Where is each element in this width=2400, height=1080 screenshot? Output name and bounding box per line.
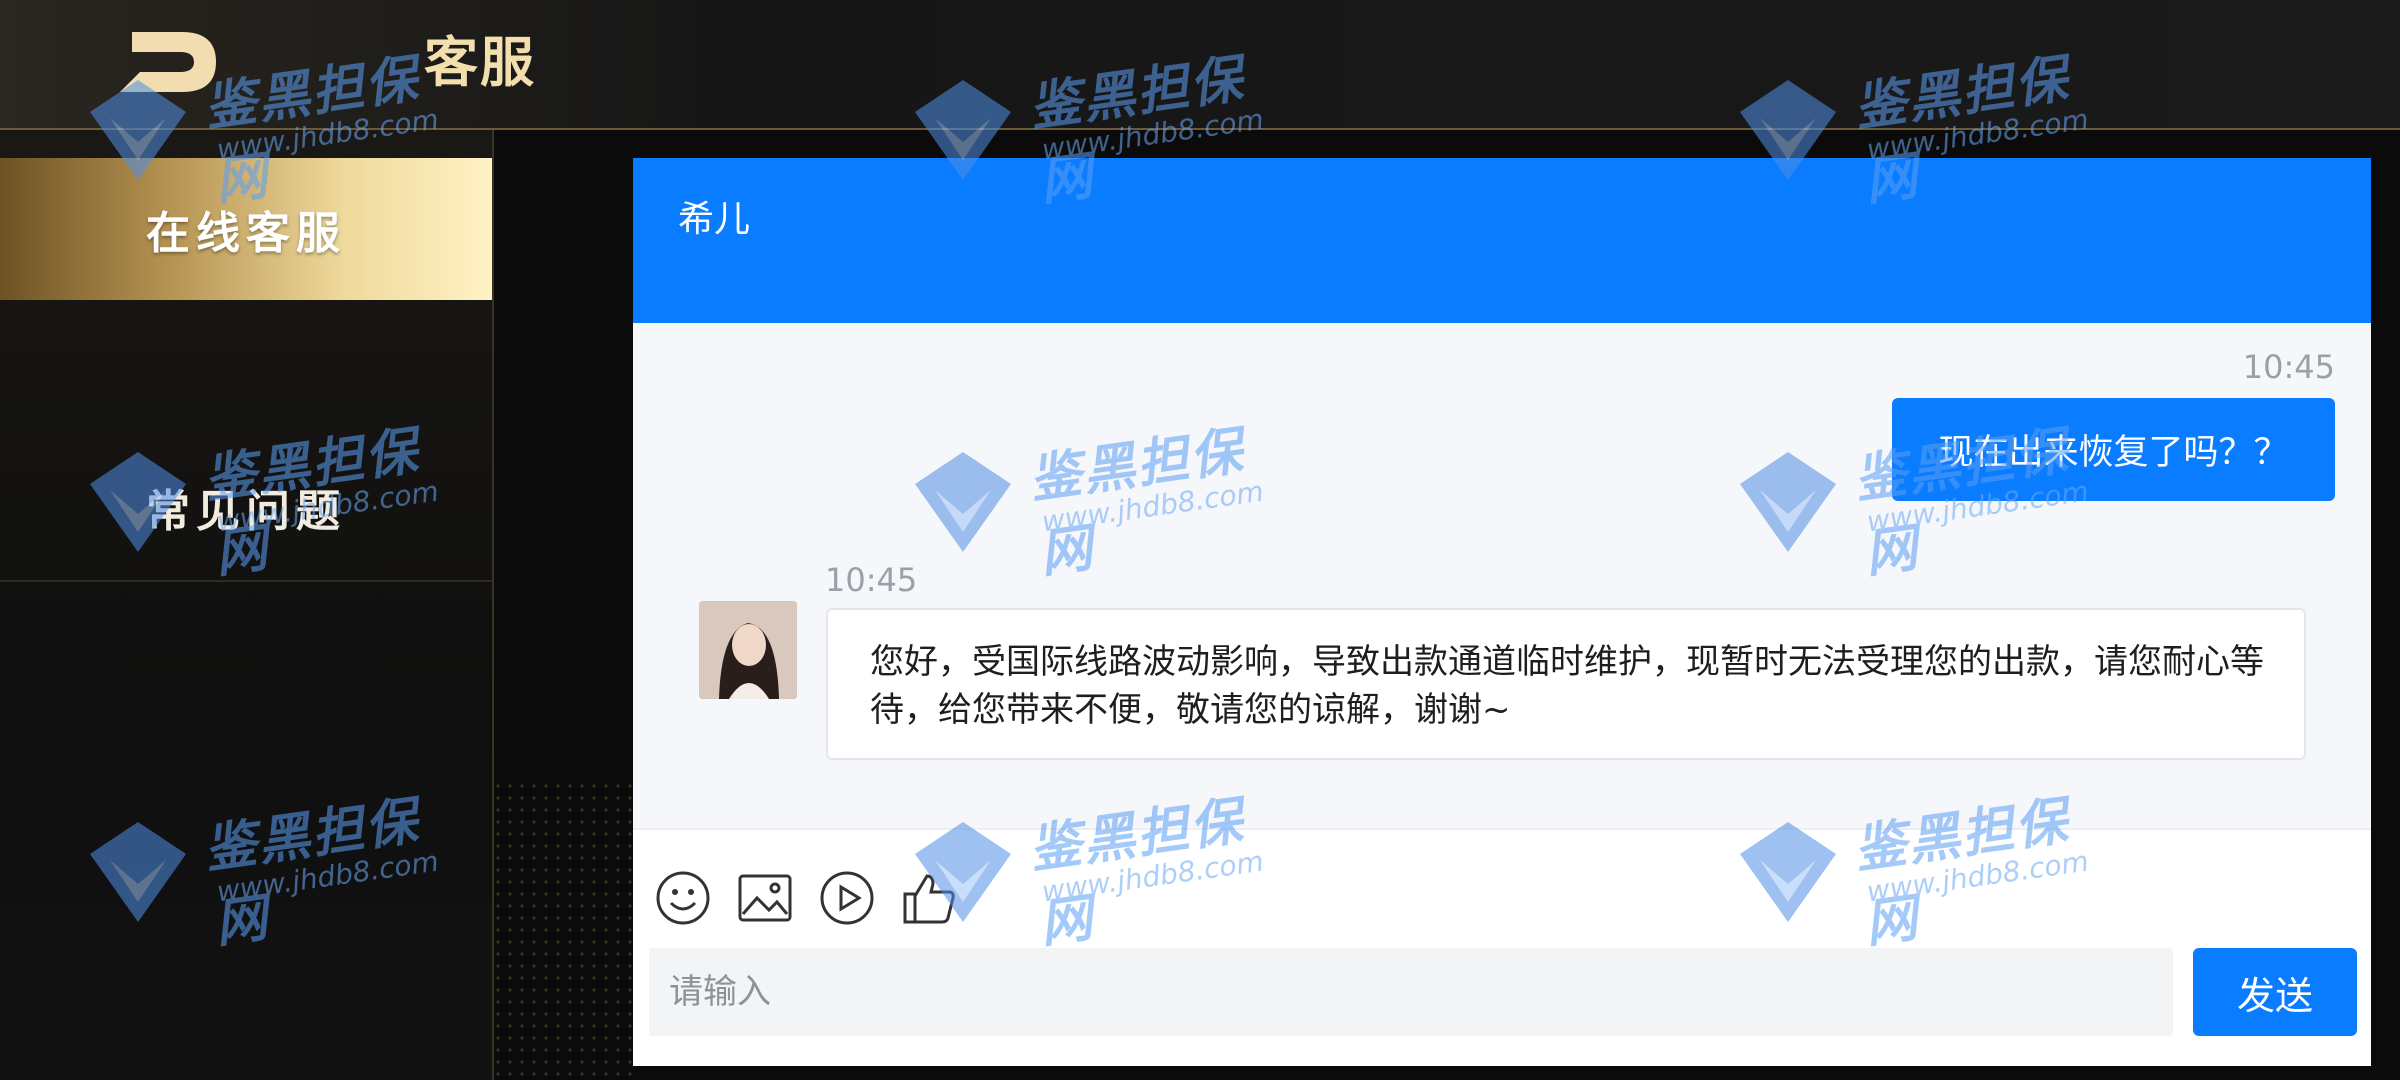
top-bar: 客服	[0, 0, 2400, 130]
back-logo-icon[interactable]	[112, 26, 222, 98]
message-timestamp: 10:45	[2242, 348, 2335, 386]
page-title: 客服	[424, 31, 536, 94]
message-timestamp: 10:45	[825, 561, 918, 599]
image-icon[interactable]	[737, 870, 793, 926]
sidebar: 在线客服 常见问题	[0, 130, 494, 1080]
incoming-message: 您好，受国际线路波动影响，导致出款通道临时维护，现暂时无法受理您的出款，请您耐心…	[826, 608, 2306, 760]
message-input[interactable]	[649, 948, 2173, 1036]
agent-avatar	[699, 601, 797, 699]
sidebar-divider	[0, 580, 492, 582]
sidebar-item-faq[interactable]: 常见问题	[0, 436, 492, 578]
emoji-icon[interactable]	[655, 870, 711, 926]
agent-name: 希儿	[678, 199, 751, 240]
thumbs-up-icon[interactable]	[901, 870, 957, 926]
decorative-sparkles	[492, 780, 632, 1080]
chat-header: 希儿	[633, 158, 2371, 323]
send-button[interactable]: 发送	[2193, 948, 2357, 1036]
video-play-icon[interactable]	[819, 870, 875, 926]
outgoing-message: 现在出来恢复了吗？？	[1892, 398, 2335, 501]
chat-panel: 希儿 10:45 现在出来恢复了吗？？ 10:45 您好，受国际线路波动影响，导…	[633, 158, 2371, 1066]
composer: 发送	[633, 828, 2371, 1066]
sidebar-item-online-service[interactable]: 在线客服	[0, 158, 492, 300]
